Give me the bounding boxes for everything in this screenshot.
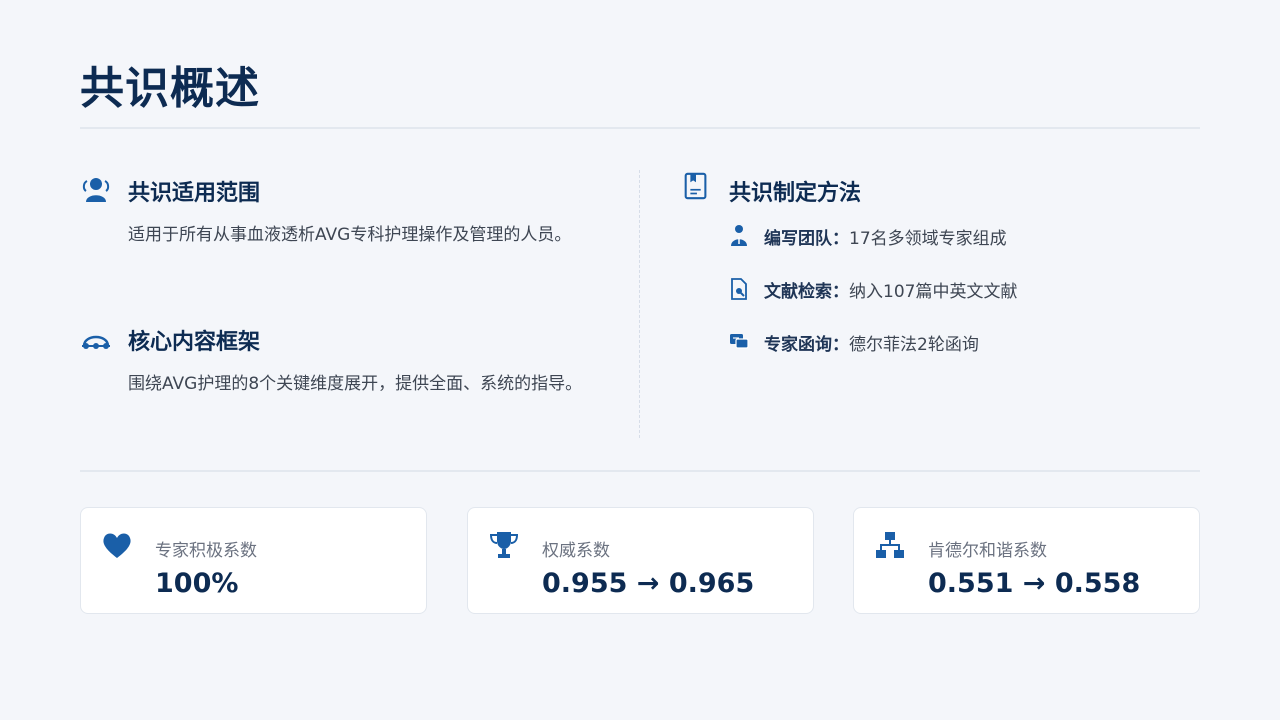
column-divider	[639, 170, 640, 438]
stat-value: 0.955 → 0.965	[542, 568, 755, 599]
framework-heading: 核心内容框架	[128, 330, 261, 355]
top-divider	[80, 127, 1200, 129]
stat-label: 肯德尔和谐系数	[928, 541, 1047, 561]
stat-label: 权威系数	[542, 541, 610, 561]
file-search-icon	[731, 278, 747, 300]
stat-label: 专家积极系数	[155, 541, 257, 561]
method-item-value: 17名多领域专家组成	[849, 229, 1007, 249]
method-item-label: 专家函询：	[764, 335, 849, 355]
method-item-value: 德尔菲法2轮函询	[849, 335, 979, 355]
user-group-icon	[82, 178, 110, 202]
comments-icon	[730, 334, 749, 349]
stat-value: 100%	[155, 568, 239, 599]
scope-section: 共识适用范围 适用于所有从事血液透析AVG专科护理操作及管理的人员。	[80, 175, 620, 255]
scope-text: 适用于所有从事血液透析AVG专科护理操作及管理的人员。	[128, 225, 572, 245]
middle-divider	[80, 470, 1200, 472]
method-item-value: 纳入107篇中英文文献	[849, 282, 1018, 302]
network-icon	[82, 335, 110, 349]
scope-heading: 共识适用范围	[128, 181, 261, 206]
method-heading: 共识制定方法	[729, 181, 862, 206]
trophy-icon	[489, 532, 519, 558]
book-icon	[684, 172, 707, 200]
method-item-label: 编写团队：	[764, 229, 849, 249]
method-section: 共识制定方法 编写团队：17名多领域专家组成 文献检索：纳入107篇中英文文献 …	[681, 172, 1201, 375]
stat-value: 0.551 → 0.558	[928, 568, 1141, 599]
doctor-icon	[731, 225, 747, 246]
framework-section: 核心内容框架 围绕AVG护理的8个关键维度展开，提供全面、系统的指导。	[80, 324, 620, 404]
method-item-label: 文献检索：	[764, 282, 849, 302]
stat-card-kendall: 肯德尔和谐系数 0.551 → 0.558	[853, 507, 1200, 614]
stat-card-authority: 权威系数 0.955 → 0.965	[467, 507, 814, 614]
hierarchy-icon	[876, 532, 904, 558]
framework-text: 围绕AVG护理的8个关键维度展开，提供全面、系统的指导。	[128, 374, 583, 394]
stat-card-expert-positivity: 专家积极系数 100%	[80, 507, 427, 614]
page-title: 共识概述	[80, 63, 260, 114]
heart-icon	[103, 533, 131, 558]
